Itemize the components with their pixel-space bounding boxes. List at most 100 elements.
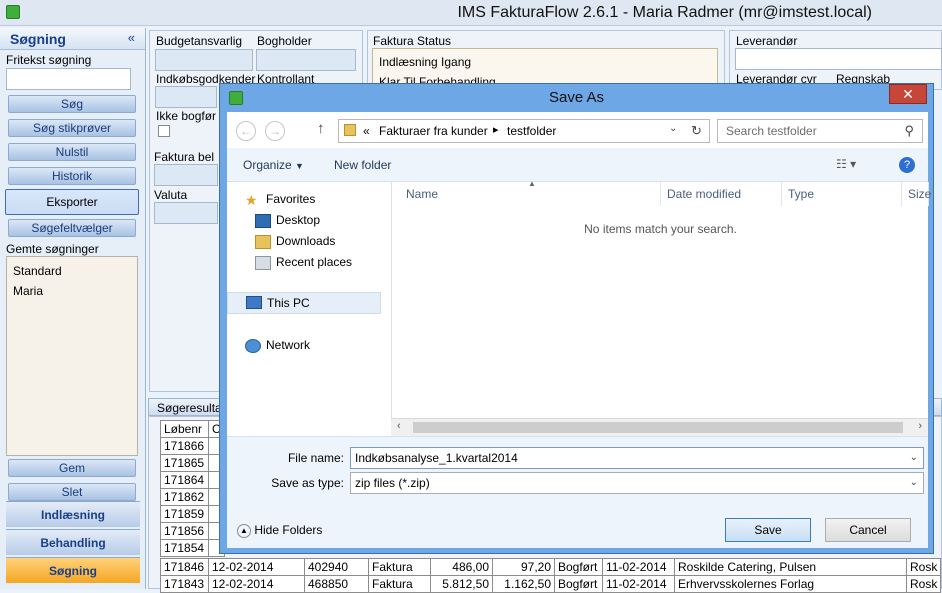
leverandor-input[interactable] — [735, 48, 942, 70]
indkob-select[interactable] — [155, 86, 217, 108]
search-placeholder: Search testfolder — [726, 124, 817, 138]
table-row[interactable]: 171865 — [160, 454, 225, 472]
breadcrumb-separator-icon[interactable]: ▸ — [493, 123, 499, 136]
search-icon[interactable]: ⚲ — [904, 123, 914, 139]
forward-icon[interactable]: → — [265, 121, 285, 141]
refresh-icon[interactable]: ↻ — [691, 123, 702, 139]
status-list: Indlæsning Igang Klar Til Forbehandling — [372, 48, 718, 89]
back-icon[interactable]: ← — [236, 121, 256, 141]
cancel-button[interactable]: Cancel — [825, 518, 911, 542]
ikke-bogfor-label: Ikke bogfør — [156, 109, 217, 123]
network-icon — [245, 338, 261, 353]
field-selector-button[interactable]: Søgefeltvælger — [8, 219, 136, 237]
reset-button[interactable]: Nulstil — [8, 143, 136, 161]
column-header[interactable]: Løbenr — [160, 420, 209, 438]
status-item[interactable]: Indlæsning Igang — [379, 55, 471, 69]
view-options-icon[interactable]: ☷ ▾ — [836, 157, 856, 171]
module-behandling[interactable]: Behandling — [6, 529, 140, 555]
search-button[interactable]: Søg — [8, 95, 136, 113]
table-row[interactable]: 171846 12-02-2014 402940 Faktura 486,00 … — [160, 558, 942, 576]
column-date-modified[interactable]: Date modified — [661, 182, 782, 206]
close-button[interactable]: ✕ — [889, 84, 927, 104]
nav-recent[interactable]: Recent places — [255, 255, 352, 273]
app-title: IMS FakturaFlow 2.6.1 - Maria Radmer (mr… — [457, 4, 872, 21]
column-size[interactable]: Size — [902, 182, 931, 206]
up-icon[interactable]: ↑ — [317, 120, 325, 137]
app-icon — [6, 5, 20, 19]
horizontal-scrollbar[interactable]: ‹ › — [391, 418, 928, 436]
left-panel-title: Søgning — [10, 31, 66, 47]
bogholder-select[interactable] — [256, 49, 356, 71]
ikke-bogfor-checkbox[interactable] — [158, 125, 170, 137]
desktop-icon — [255, 213, 271, 228]
table-row[interactable]: 171856 — [160, 522, 225, 540]
filename-input[interactable]: Indkøbsanalyse_1.kvartal2014 ⌄ — [350, 447, 924, 469]
table-row[interactable]: 171859 — [160, 505, 225, 523]
collapse-icon[interactable]: « — [128, 30, 135, 45]
module-soegning[interactable]: Søgning — [6, 557, 140, 583]
freetext-search-input[interactable] — [6, 68, 131, 90]
search-input[interactable]: Search testfolder ⚲ — [717, 119, 923, 143]
nav-desktop[interactable]: Desktop — [255, 213, 320, 231]
column-name[interactable]: Name — [392, 182, 661, 206]
results-title: Søgeresulta — [157, 401, 222, 415]
scroll-left-icon[interactable]: ‹ — [397, 420, 401, 432]
path-overflow[interactable]: « — [363, 124, 370, 138]
export-button[interactable]: Eksporter — [5, 189, 139, 215]
table-row[interactable]: 171843 12-02-2014 468850 Faktura 5.812,5… — [160, 575, 942, 593]
savetype-label: Save as type: — [271, 476, 344, 490]
results-table-visible: 171846 12-02-2014 402940 Faktura 486,00 … — [160, 558, 942, 593]
table-cell: 171862 — [160, 488, 209, 506]
saved-search-item[interactable]: Standard — [13, 264, 62, 278]
search-samples-button[interactable]: Søg stikprøver — [8, 119, 136, 137]
leverandor-label: Leverandør — [736, 34, 798, 48]
address-bar[interactable]: « Fakturaer fra kunder ▸ testfolder ⌄ ↻ — [338, 119, 710, 143]
organize-button[interactable]: Organize ▼ — [243, 158, 304, 172]
faktura-belob-input[interactable] — [154, 164, 218, 186]
chevron-down-icon[interactable]: ⌄ — [910, 473, 918, 493]
save-search-button[interactable]: Gem — [8, 459, 136, 477]
table-row[interactable]: 171854 — [160, 539, 225, 557]
freetext-label: Fritekst søgning — [6, 53, 92, 67]
help-icon[interactable]: ? — [899, 157, 915, 173]
table-cell: Faktura — [368, 558, 431, 576]
nav-favorites[interactable]: ★ Favorites — [245, 192, 315, 210]
column-type[interactable]: Type — [782, 182, 902, 206]
table-row[interactable]: 171866 — [160, 437, 225, 455]
scroll-right-icon[interactable]: › — [918, 420, 922, 432]
file-list: Name ▲ Date modified Type Size No items … — [391, 179, 931, 436]
table-cell: Faktura — [368, 575, 431, 593]
dialog-titlebar[interactable]: Save As ✕ — [220, 84, 933, 112]
saved-search-item[interactable]: Maria — [13, 284, 43, 298]
nav-label: Favorites — [266, 192, 316, 206]
dialog-bottom-area: File name: Indkøbsanalyse_1.kvartal2014 … — [227, 436, 928, 548]
chevron-down-icon[interactable]: ⌄ — [910, 448, 918, 468]
table-cell: 171856 — [160, 522, 209, 540]
table-row[interactable]: 171862 — [160, 488, 225, 506]
valuta-select[interactable] — [154, 202, 218, 224]
hide-folders-button[interactable]: ▲ Hide Folders — [237, 523, 322, 538]
scroll-thumb[interactable] — [413, 422, 903, 433]
nav-network[interactable]: Network — [245, 338, 310, 356]
valuta-label: Valuta — [154, 188, 188, 202]
filename-value: Indkøbsanalyse_1.kvartal2014 — [355, 451, 518, 465]
nav-label: Downloads — [276, 234, 336, 248]
save-button[interactable]: Save — [725, 518, 811, 542]
budget-select[interactable] — [155, 49, 253, 71]
folder-icon — [344, 124, 356, 136]
savetype-select[interactable]: zip files (*.zip) ⌄ — [350, 472, 924, 494]
chevron-down-icon[interactable]: ⌄ — [669, 123, 677, 134]
empty-message: No items match your search. — [584, 222, 737, 236]
status-label: Faktura Status — [373, 34, 452, 48]
breadcrumb-item[interactable]: testfolder — [507, 124, 556, 138]
table-row[interactable]: 171864 — [160, 471, 225, 489]
nav-downloads[interactable]: Downloads — [255, 234, 335, 252]
table-cell: 171854 — [160, 539, 209, 557]
delete-search-button[interactable]: Slet — [8, 483, 136, 501]
new-folder-button[interactable]: New folder — [334, 158, 391, 172]
left-panel: Søgning « Fritekst søgning Søg Søg stikp… — [0, 28, 146, 589]
history-button[interactable]: Historik — [8, 167, 136, 185]
nav-thispc-row[interactable]: This PC — [227, 292, 381, 314]
module-indlaesning[interactable]: Indlæsning — [6, 501, 140, 527]
breadcrumb-item[interactable]: Fakturaer fra kunder — [379, 124, 488, 138]
